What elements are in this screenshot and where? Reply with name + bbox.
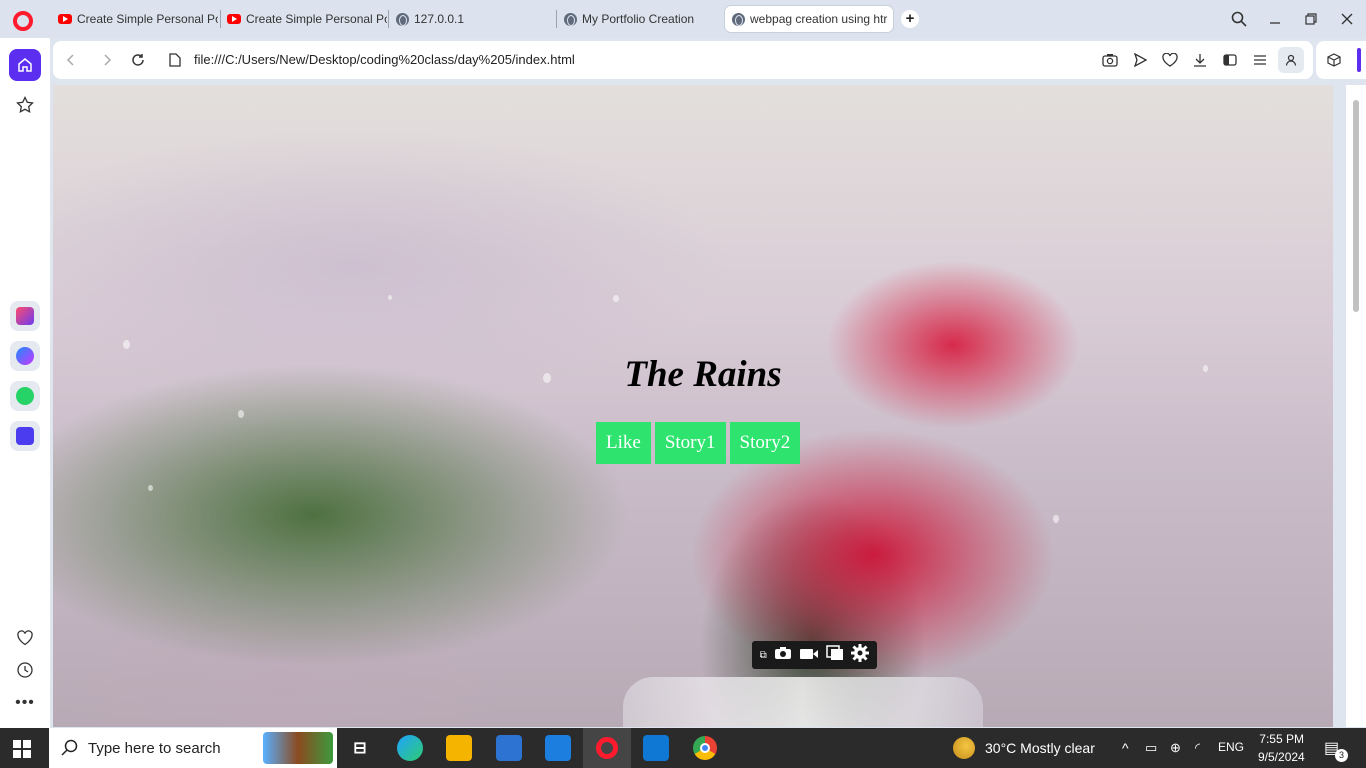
media-capture-toolbar: ⧉ <box>752 641 877 669</box>
file-page-icon <box>165 50 185 70</box>
heart-icon[interactable] <box>9 622 41 654</box>
story2-button[interactable]: Story2 <box>729 422 801 464</box>
opera-taskbar-icon[interactable] <box>594 735 620 761</box>
back-icon[interactable] <box>61 50 81 70</box>
chrome-icon[interactable] <box>692 735 718 761</box>
raindrop <box>388 295 392 300</box>
tab-3[interactable]: 127.0.0.1 <box>389 6 555 32</box>
vscode-icon[interactable] <box>643 735 669 761</box>
search-icon <box>61 739 78 756</box>
tab-2[interactable]: Create Simple Personal Po <box>221 6 387 32</box>
raindrop <box>123 340 130 349</box>
aria-app-icon[interactable] <box>10 301 40 331</box>
history-icon[interactable] <box>9 654 41 686</box>
globe-icon <box>731 12 745 26</box>
windows-start-icon[interactable] <box>13 740 31 758</box>
page-title: The Rains <box>624 354 782 395</box>
reload-icon[interactable] <box>128 50 148 70</box>
chevron-up-icon[interactable]: ^ <box>1122 740 1129 756</box>
wifi-icon[interactable]: ◜ <box>1195 740 1200 756</box>
forward-icon[interactable] <box>97 50 117 70</box>
file-explorer-icon[interactable] <box>446 735 472 761</box>
screenshot-camera-icon[interactable] <box>774 646 792 664</box>
home-icon[interactable] <box>9 49 41 81</box>
weather-moon-icon[interactable] <box>953 737 975 759</box>
url-field[interactable]: file:///C:/Users/New/Desktop/coding%20cl… <box>194 52 575 67</box>
tab-label: 127.0.0.1 <box>414 12 465 26</box>
tab-4[interactable]: My Portfolio Creation <box>557 6 723 32</box>
search-tabs-icon[interactable] <box>1227 8 1251 30</box>
extensions-cube-icon[interactable] <box>1325 51 1343 69</box>
sidebar-toggle-icon[interactable] <box>1221 51 1239 69</box>
opera-logo-icon[interactable] <box>13 11 33 31</box>
tab-label: webpag creation using htr <box>750 12 888 26</box>
tab-label: Create Simple Personal Po <box>246 12 387 26</box>
tab-1[interactable]: Create Simple Personal Po <box>52 6 218 32</box>
clock-date[interactable]: 9/5/2024 <box>1258 750 1305 764</box>
snapshot-camera-icon[interactable] <box>1101 51 1119 69</box>
network-icon[interactable]: ⊕ <box>1170 740 1181 756</box>
tab-label: Create Simple Personal Po <box>77 12 218 26</box>
accent-indicator <box>1357 48 1361 72</box>
minimize-icon[interactable] <box>1263 8 1287 30</box>
raindrop <box>148 485 153 491</box>
profile-icon[interactable] <box>1278 47 1304 73</box>
raindrop <box>1053 515 1059 523</box>
star-icon[interactable] <box>9 89 41 121</box>
more-options-icon[interactable]: ••• <box>9 687 41 719</box>
new-tab-button[interactable]: + <box>901 10 919 28</box>
search-highlight-image <box>263 732 333 764</box>
tab-5-active[interactable]: webpag creation using htr <box>725 6 893 32</box>
youtube-icon <box>227 12 241 26</box>
search-placeholder: Type here to search <box>88 740 221 757</box>
music-player-icon[interactable] <box>10 421 40 451</box>
battery-icon[interactable]: ▭ <box>1145 740 1157 756</box>
settings-gear-icon[interactable] <box>851 644 870 666</box>
tab-strip: Create Simple Personal Po Create Simple … <box>0 0 1366 38</box>
pop-out-icon[interactable]: ⧉ <box>760 650 767 661</box>
scrollbar-thumb[interactable] <box>1353 100 1359 312</box>
task-view-icon[interactable]: ⊟ <box>347 735 373 761</box>
clock-time[interactable]: 7:55 PM <box>1258 732 1304 746</box>
button-row: Like Story1 Story2 <box>596 422 801 464</box>
copy-icon[interactable] <box>826 645 844 665</box>
language-indicator[interactable]: ENG <box>1218 740 1244 754</box>
extensions-area <box>1316 41 1366 79</box>
easy-setup-icon[interactable] <box>1251 51 1269 69</box>
glass-vase <box>623 677 983 727</box>
microsoft-store-icon[interactable] <box>496 735 522 761</box>
globe-icon <box>563 12 577 26</box>
webpage-background-image: The Rains Like Story1 Story2 ⧉ <box>53 85 1333 727</box>
like-button[interactable]: Like <box>596 422 651 464</box>
notification-badge: 3 <box>1335 749 1348 762</box>
raindrop <box>238 410 244 418</box>
bookmark-heart-icon[interactable] <box>1161 51 1179 69</box>
youtube-icon <box>58 12 72 26</box>
globe-icon <box>395 12 409 26</box>
edge-icon[interactable] <box>397 735 423 761</box>
whatsapp-icon[interactable] <box>10 381 40 411</box>
video-record-icon[interactable] <box>799 647 819 664</box>
story1-button[interactable]: Story1 <box>654 422 726 464</box>
opera-sidebar: ••• <box>0 38 50 728</box>
restore-icon[interactable] <box>1299 8 1323 30</box>
tab-label: My Portfolio Creation <box>582 12 695 26</box>
download-icon[interactable] <box>1191 51 1209 69</box>
raindrop <box>613 295 619 302</box>
taskbar-search[interactable]: Type here to search <box>49 728 337 768</box>
messenger-icon[interactable] <box>10 341 40 371</box>
mail-icon[interactable] <box>545 735 571 761</box>
close-icon[interactable] <box>1335 8 1359 30</box>
address-toolbar: file:///C:/Users/New/Desktop/coding%20cl… <box>53 41 1313 79</box>
windows-taskbar: Type here to search ⊟ 30°C Mostly clear … <box>0 728 1366 768</box>
send-icon[interactable] <box>1131 51 1149 69</box>
weather-text[interactable]: 30°C Mostly clear <box>985 740 1095 756</box>
